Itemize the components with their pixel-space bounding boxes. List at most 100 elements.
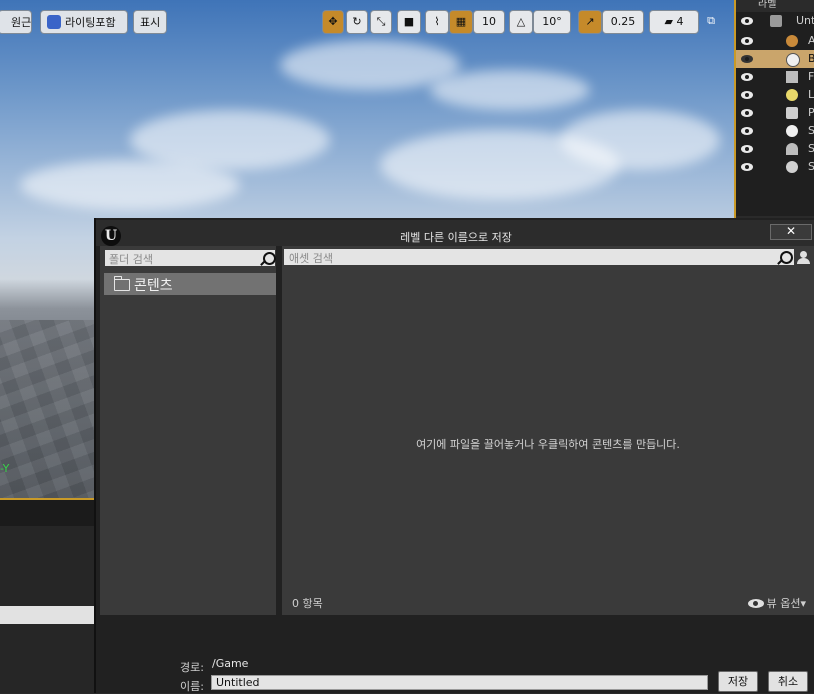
user-icon[interactable]: [796, 249, 812, 265]
outliner-row[interactable]: P: [736, 104, 814, 122]
close-button[interactable]: ✕: [770, 224, 812, 240]
asset-search-placeholder: 애셋 검색: [289, 252, 333, 265]
rotation-snap-icon[interactable]: △: [509, 10, 533, 34]
surface-snap-icon[interactable]: ⌇: [425, 10, 449, 34]
outliner-row[interactable]: Untitled: [736, 12, 814, 30]
dialog-title-bar[interactable]: U 레벨 다른 이름으로 저장 ✕: [96, 220, 814, 246]
cloud: [280, 40, 460, 90]
folder-label: 콘텐츠: [134, 278, 173, 294]
sphere-icon: [786, 125, 798, 137]
grid-snap-value[interactable]: 10: [473, 10, 505, 34]
search-icon[interactable]: [780, 251, 793, 264]
outliner-row[interactable]: L: [736, 86, 814, 104]
perspective-button[interactable]: 원근: [0, 10, 32, 34]
eye-icon: [747, 599, 764, 608]
translate-tool-icon[interactable]: ✥: [322, 10, 344, 34]
cloud: [560, 110, 720, 170]
empty-asset-message: 여기에 파일을 끌어놓거나 우클릭하여 콘텐츠를 만듭니다.: [416, 438, 680, 451]
visibility-eye-icon[interactable]: [741, 17, 753, 25]
skylight-icon: [786, 143, 798, 155]
scale-snap-label: 0.25: [610, 15, 636, 28]
show-button[interactable]: 표시: [133, 10, 167, 34]
outliner-label: S: [808, 124, 814, 137]
chevron-down-icon: ▾: [800, 597, 806, 610]
details-panel-header: [0, 500, 94, 526]
rotation-snap-value[interactable]: 10°: [533, 10, 571, 34]
details-panel: [0, 500, 94, 693]
name-input[interactable]: [211, 675, 708, 690]
camera-speed-button[interactable]: ▰ 4: [649, 10, 699, 34]
scale-tool-icon[interactable]: ⤡: [370, 10, 392, 34]
sphere-reflection-icon: [786, 53, 800, 67]
rotate-tool-icon[interactable]: ↻: [346, 10, 368, 34]
lit-sphere-icon: [47, 15, 61, 29]
cloud: [430, 70, 590, 110]
show-label: 표시: [140, 16, 161, 29]
folder-search-input[interactable]: 폴더 검색: [105, 250, 276, 266]
rotation-snap-label: 10°: [542, 15, 562, 28]
outliner-row[interactable]: S: [736, 122, 814, 140]
outliner-row[interactable]: S: [736, 140, 814, 158]
grid-snap-label: 10: [482, 15, 496, 28]
outliner-label: S: [808, 160, 814, 173]
path-label: 경로:: [180, 661, 204, 674]
name-label: 이름:: [180, 680, 204, 693]
visibility-eye-icon[interactable]: [741, 127, 753, 135]
outliner-label: S: [808, 142, 814, 155]
outliner-label: F: [808, 70, 814, 83]
folder-item-content[interactable]: 콘텐츠: [104, 273, 276, 295]
player-start-icon: [786, 107, 798, 119]
view-options-label: 뷰 옵션: [766, 597, 801, 610]
outliner-row[interactable]: F: [736, 68, 814, 86]
outliner-label: Untitled: [796, 14, 814, 27]
dialog-title: 레벨 다른 이름으로 저장: [400, 231, 512, 244]
save-level-as-dialog: U 레벨 다른 이름으로 저장 ✕ 폴더 검색 콘텐츠 애셋 검색 여기에 파일…: [94, 218, 814, 693]
item-count: 0 항목: [292, 597, 323, 610]
outliner-row[interactable]: S: [736, 158, 814, 176]
visibility-eye-icon[interactable]: [741, 145, 753, 153]
outliner-row-selected[interactable]: B: [736, 50, 814, 68]
scale-snap-icon[interactable]: ↗: [578, 10, 602, 34]
axis-label: -Y: [0, 462, 10, 475]
outliner-row[interactable]: A: [736, 32, 814, 50]
path-value: /Game: [212, 657, 249, 670]
save-button[interactable]: 저장: [718, 671, 758, 692]
world-local-icon[interactable]: ■: [397, 10, 421, 34]
cloud: [20, 160, 240, 210]
outliner-header: 라벨: [736, 0, 814, 12]
folder-icon: [114, 276, 130, 291]
details-field[interactable]: [0, 606, 94, 624]
outliner-label: A: [808, 34, 814, 47]
search-icon[interactable]: [263, 252, 276, 265]
visibility-eye-icon[interactable]: [741, 163, 753, 171]
world-outliner: 라벨 Untitled A B F L P S S: [736, 0, 814, 216]
floor-icon: [786, 71, 798, 83]
camera-icon: ▰: [664, 15, 677, 28]
view-options-button[interactable]: 뷰 옵션▾: [747, 595, 806, 611]
dialog-footer: 경로: /Game 이름: 저장 취소: [96, 617, 814, 693]
visibility-eye-icon[interactable]: [741, 91, 753, 99]
light-icon: [786, 89, 798, 101]
lighting-mode-button[interactable]: 라이팅포함: [40, 10, 128, 34]
lighting-label: 라이팅포함: [65, 16, 116, 29]
asset-search-input[interactable]: 애셋 검색: [284, 249, 794, 265]
grid-snap-icon[interactable]: ▦: [449, 10, 473, 34]
level-icon: [770, 15, 782, 27]
outliner-label: B: [808, 52, 814, 65]
visibility-eye-icon[interactable]: [741, 73, 753, 81]
cancel-button[interactable]: 취소: [768, 671, 808, 692]
visibility-eye-icon[interactable]: [741, 109, 753, 117]
scale-snap-value[interactable]: 0.25: [602, 10, 644, 34]
sky-sphere-icon: [786, 161, 798, 173]
asset-view-panel[interactable]: 애셋 검색 여기에 파일을 끌어놓거나 우클릭하여 콘텐츠를 만듭니다. 0 항…: [282, 246, 814, 615]
atmosphere-icon: [786, 35, 798, 47]
outliner-label: P: [808, 106, 814, 119]
visibility-eye-icon[interactable]: [741, 37, 753, 45]
perspective-label: 원근: [11, 16, 32, 29]
camera-speed-label: 4: [676, 15, 684, 28]
outliner-label: L: [808, 88, 814, 101]
maximize-viewport-icon[interactable]: ⧉: [704, 14, 718, 30]
visibility-eye-icon[interactable]: [741, 55, 753, 63]
folder-search-placeholder: 폴더 검색: [109, 253, 153, 266]
folder-tree-panel: 폴더 검색 콘텐츠: [100, 246, 276, 615]
